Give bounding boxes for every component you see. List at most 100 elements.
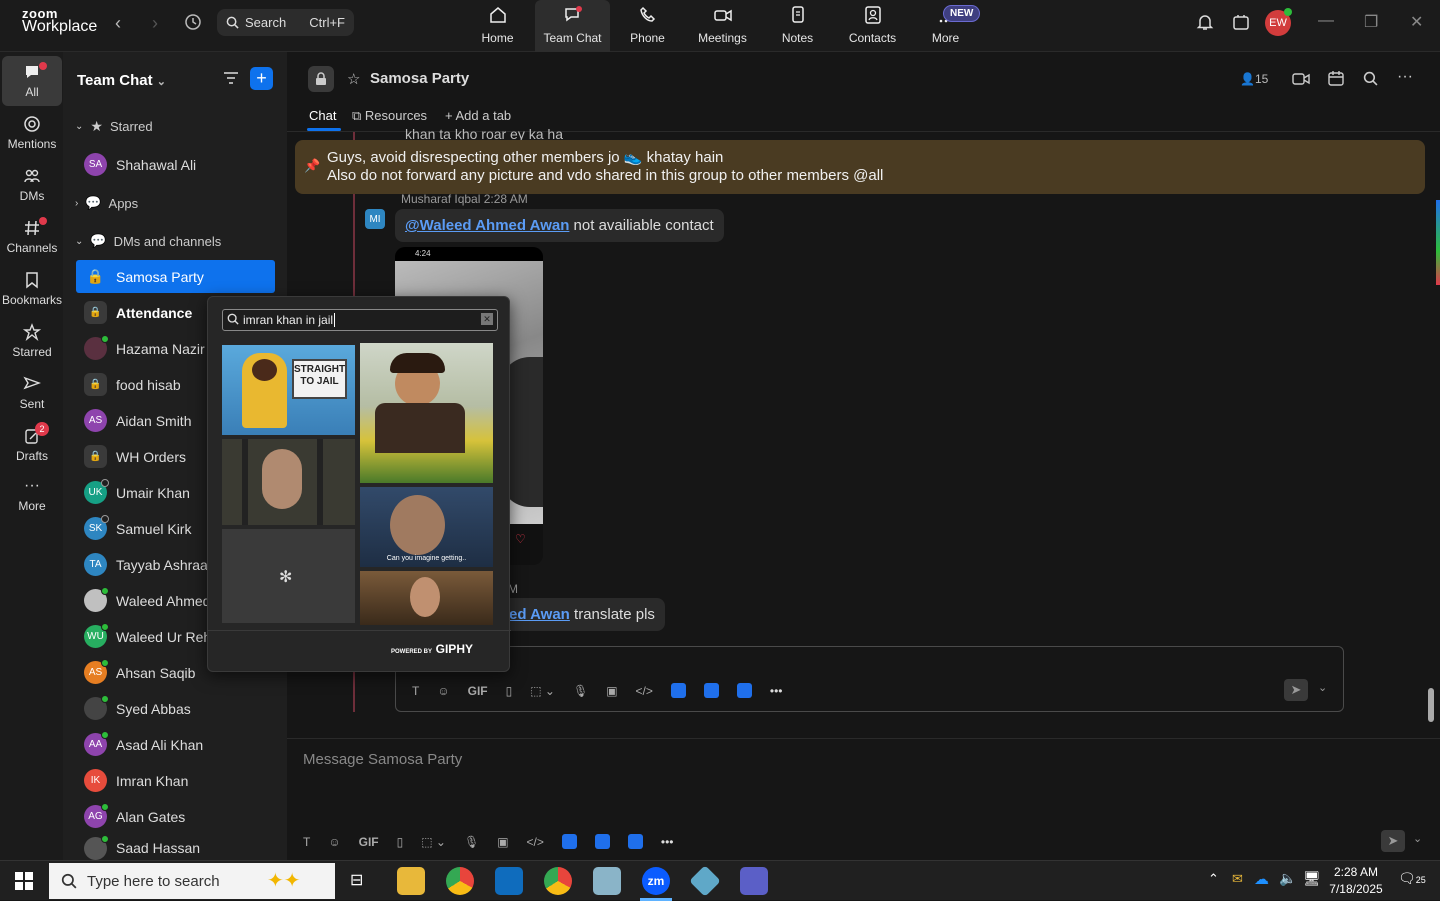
nav-team-chat[interactable]: Team Chat <box>535 0 610 52</box>
search-icon[interactable] <box>1363 71 1378 86</box>
app-icon[interactable] <box>670 683 686 698</box>
mail-icon[interactable]: ✉ <box>1232 871 1243 887</box>
back-arrow-icon[interactable]: ‹ <box>115 13 121 34</box>
chevron-up-icon[interactable]: ⌃ <box>1208 871 1219 887</box>
gif-result[interactable] <box>360 571 493 625</box>
code-icon[interactable]: </> <box>527 835 544 849</box>
avatar[interactable]: MI <box>365 209 385 229</box>
forward-arrow-icon[interactable]: › <box>152 13 158 34</box>
microphone-icon[interactable]: 🎙 <box>464 835 479 849</box>
reply-composer[interactable]: T ☺ GIF ▯ ⬚ ⌄ 🎙 ▣ </> ••• ➤ ⌄ <box>395 646 1344 712</box>
mention-link[interactable]: ed Awan <box>509 606 570 623</box>
pinned-message[interactable]: 📌 Guys, avoid disrespecting other member… <box>295 140 1425 194</box>
rail-bookmarks[interactable]: Bookmarks <box>2 264 62 314</box>
search-box[interactable]: Search Ctrl+F <box>217 9 354 36</box>
mention-link[interactable]: @Waleed Ahmed Awan <box>405 217 569 234</box>
nav-meetings[interactable]: Meetings <box>685 0 760 52</box>
rail-starred[interactable]: Starred <box>2 316 62 366</box>
gif-result[interactable]: STRAIGHT TO JAIL <box>222 345 355 435</box>
scrollbar-thumb[interactable] <box>1428 688 1434 722</box>
section-dms[interactable]: ⌄ 💬 DMs and channels <box>75 233 221 249</box>
nav-notes[interactable]: Notes <box>760 0 835 52</box>
network-icon[interactable]: 🖥 <box>1303 870 1321 887</box>
screenshot-icon[interactable]: ⬚ ⌄ <box>530 684 555 698</box>
list-item[interactable]: IK Imran Khan <box>76 764 275 797</box>
app-icon[interactable] <box>689 865 721 897</box>
file-icon[interactable]: ▯ <box>397 835 404 849</box>
video-message-icon[interactable]: ▣ <box>606 684 617 698</box>
outlook-icon[interactable] <box>495 867 523 895</box>
clock[interactable]: 2:28 AM 7/18/2025 <box>1328 864 1384 898</box>
app-icon[interactable] <box>736 683 752 698</box>
minimize-icon[interactable]: — <box>1318 12 1334 30</box>
chevron-down-icon[interactable]: ⌄ <box>1318 681 1327 694</box>
member-count[interactable]: 👤15 <box>1240 72 1268 86</box>
nav-contacts[interactable]: Contacts <box>835 0 910 52</box>
maximize-icon[interactable]: ❐ <box>1364 12 1378 32</box>
close-icon[interactable]: ✕ <box>1410 12 1423 32</box>
app-icon[interactable] <box>594 834 610 849</box>
video-icon[interactable] <box>1292 72 1310 86</box>
message-input[interactable]: Message Samosa Party <box>303 751 462 768</box>
app-icon[interactable] <box>593 867 621 895</box>
app-icon[interactable] <box>703 683 719 698</box>
volume-icon[interactable]: 🔈 <box>1279 870 1296 887</box>
notifications-icon[interactable]: 🗨25 <box>1398 870 1426 887</box>
gif-icon[interactable]: GIF <box>359 835 379 849</box>
clear-icon[interactable]: ✕ <box>481 313 493 325</box>
more-options-icon[interactable]: ••• <box>770 684 783 698</box>
chrome-profile-icon[interactable] <box>544 867 572 895</box>
list-item[interactable]: SA Shahawal Ali <box>76 148 275 181</box>
send-button[interactable]: ➤ <box>1284 679 1308 701</box>
rail-more[interactable]: ··· More <box>2 472 62 522</box>
main-composer[interactable]: Message Samosa Party T ☺ GIF ▯ ⬚ ⌄ 🎙 ▣ <… <box>287 738 1440 860</box>
bell-icon[interactable] <box>1196 13 1214 31</box>
rail-all[interactable]: All <box>2 56 62 106</box>
gif-result[interactable] <box>222 439 355 525</box>
filter-icon[interactable] <box>223 71 239 85</box>
gif-result[interactable] <box>360 343 493 483</box>
list-item[interactable]: AA Asad Ali Khan <box>76 728 275 761</box>
windows-start-icon[interactable] <box>15 872 33 890</box>
screenshot-icon[interactable]: ⬚ ⌄ <box>421 835 446 849</box>
more-options-icon[interactable]: ··· <box>1397 68 1413 86</box>
section-starred[interactable]: ⌄ ★ Starred <box>75 118 153 135</box>
emoji-icon[interactable]: ☺ <box>437 684 449 698</box>
chrome-icon[interactable] <box>446 867 474 895</box>
list-item[interactable]: Saad Hassan <box>76 836 275 860</box>
apps-store-icon[interactable] <box>1232 13 1250 31</box>
format-icon[interactable]: T <box>412 684 419 698</box>
rail-channels[interactable]: Channels <box>2 212 62 262</box>
gif-search-input[interactable]: imran khan in jail ✕ <box>222 309 498 331</box>
file-explorer-icon[interactable] <box>397 867 425 895</box>
add-tab-button[interactable]: + Add a tab <box>445 108 511 123</box>
section-apps[interactable]: › 💬 Apps <box>75 195 138 211</box>
zoom-icon[interactable]: zm <box>642 867 670 895</box>
chevron-down-icon[interactable]: ⌄ <box>1413 832 1422 845</box>
rail-drafts[interactable]: Drafts 2 <box>2 420 62 470</box>
nav-phone[interactable]: Phone <box>610 0 685 52</box>
onedrive-icon[interactable]: ☁ <box>1254 870 1269 888</box>
rail-sent[interactable]: Sent <box>2 368 62 418</box>
list-item[interactable]: AG Alan Gates <box>76 800 275 833</box>
list-item[interactable]: 🔒 Samosa Party <box>76 260 275 293</box>
code-icon[interactable]: </> <box>636 684 653 698</box>
file-icon[interactable]: ▯ <box>506 684 513 698</box>
task-view-icon[interactable]: ⊟ <box>350 870 363 890</box>
gif-result[interactable]: Can you imagine getting.. <box>360 487 493 567</box>
send-button[interactable]: ➤ <box>1381 830 1405 852</box>
gif-icon[interactable]: GIF <box>468 684 488 698</box>
nav-home[interactable]: Home <box>460 0 535 52</box>
new-chat-button[interactable]: + <box>250 67 273 90</box>
emoji-icon[interactable]: ☺ <box>328 835 340 849</box>
microphone-icon[interactable]: 🎙 <box>573 684 588 698</box>
rail-dms[interactable]: DMs <box>2 160 62 210</box>
app-icon[interactable] <box>561 834 577 849</box>
video-message-icon[interactable]: ▣ <box>497 835 508 849</box>
taskbar-search[interactable]: Type here to search ✦✦ <box>49 863 335 899</box>
tab-chat[interactable]: Chat <box>309 108 336 123</box>
star-icon[interactable]: ☆ <box>347 70 360 88</box>
history-icon[interactable] <box>184 13 202 31</box>
format-icon[interactable]: T <box>303 835 310 849</box>
calendar-icon[interactable] <box>1328 70 1344 86</box>
